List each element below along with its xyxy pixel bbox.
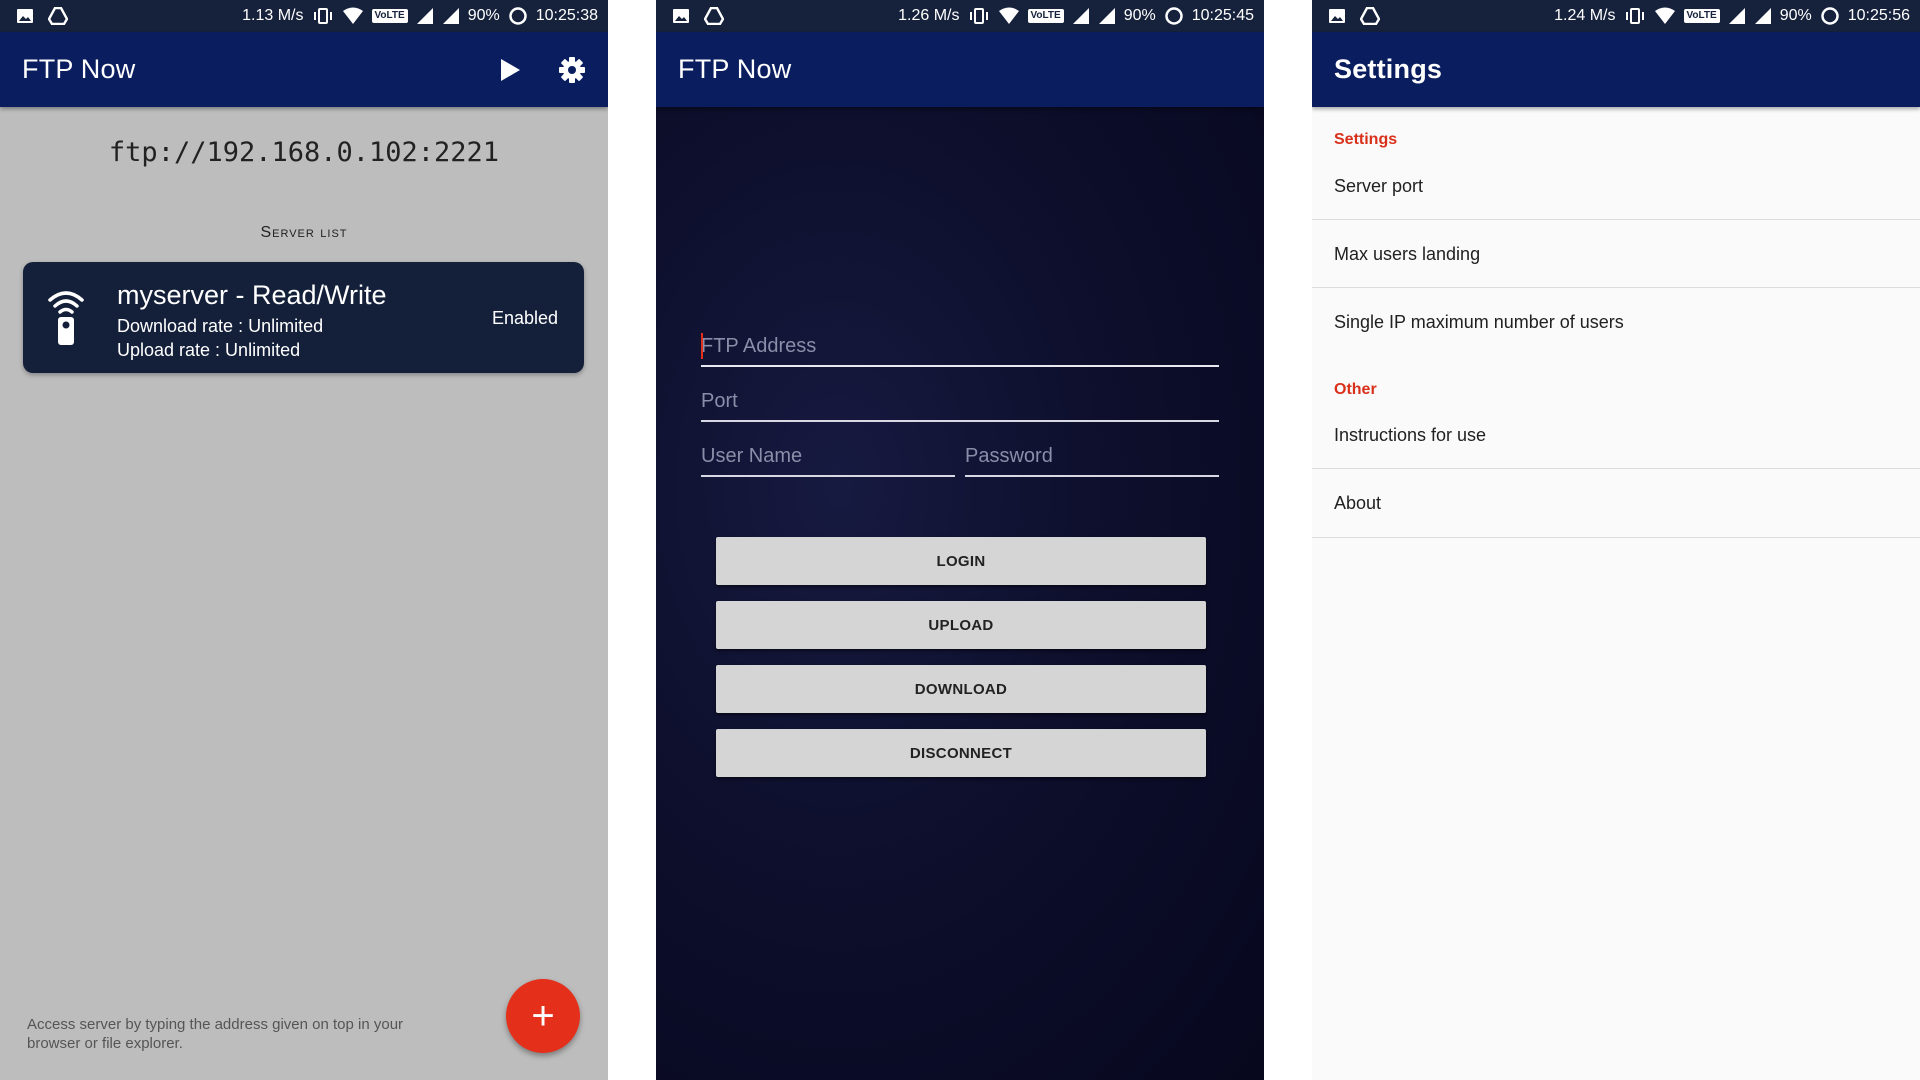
vibrate-icon: [312, 7, 334, 25]
divider: [1312, 537, 1920, 538]
battery-percent: 90%: [467, 7, 500, 24]
volte-badge: VoLTE: [371, 9, 408, 23]
remote-wifi-icon: [45, 286, 87, 351]
drive-notification-icon: [704, 7, 724, 25]
download-button[interactable]: DOWNLOAD: [716, 665, 1206, 713]
server-list-heading: Server list: [260, 224, 348, 241]
battery-icon: [508, 6, 528, 26]
settings-title: Settings: [1334, 54, 1443, 84]
settings-screen: 1.24 M/s VoLTE 90% 10:25:56 Settings Set…: [1312, 0, 1920, 1080]
clock: 10:25:56: [1847, 7, 1910, 24]
ftp-address-input[interactable]: FTP Address: [701, 327, 1219, 367]
volte-badge: VoLTE: [1027, 9, 1064, 23]
text-cursor: [701, 333, 703, 359]
single-ip-max-users-item[interactable]: Single IP maximum number of users: [1312, 288, 1920, 356]
battery-percent: 90%: [1779, 7, 1812, 24]
battery-icon: [1164, 6, 1184, 26]
status-bar: 1.13 M/s VoLTE 90% 10:25:38: [0, 0, 608, 32]
vibrate-icon: [1624, 7, 1646, 25]
app-bar: Settings: [1312, 32, 1920, 107]
signal-icon: [416, 7, 434, 25]
network-speed: 1.26 M/s: [898, 7, 960, 24]
port-input[interactable]: Port: [701, 382, 1219, 422]
password-input[interactable]: Password: [965, 437, 1219, 477]
signal-icon: [1072, 7, 1090, 25]
about-item[interactable]: About: [1312, 469, 1920, 537]
ftp-address-display: ftp://192.168.0.102:2221: [108, 137, 500, 168]
wifi-icon: [1654, 7, 1676, 25]
password-placeholder: Password: [965, 445, 1053, 467]
max-users-item[interactable]: Max users landing: [1312, 220, 1920, 288]
image-notification-icon: [672, 8, 690, 24]
wifi-icon: [342, 7, 364, 25]
gear-icon[interactable]: [558, 56, 586, 84]
upload-button[interactable]: UPLOAD: [716, 601, 1206, 649]
network-speed: 1.13 M/s: [242, 7, 304, 24]
server-card[interactable]: myserver - Read/Write Download rate : Un…: [23, 262, 584, 373]
signal-icon: [1754, 7, 1772, 25]
signal-icon: [1098, 7, 1116, 25]
battery-icon: [1820, 6, 1840, 26]
clock: 10:25:38: [535, 7, 598, 24]
other-category: Other: [1334, 381, 1377, 398]
image-notification-icon: [1328, 8, 1346, 24]
status-bar: 1.26 M/s VoLTE 90% 10:25:45: [656, 0, 1264, 32]
server-name: myserver - Read/Write: [117, 280, 387, 310]
instructions-item[interactable]: Instructions for use: [1312, 401, 1920, 469]
user-name-placeholder: User Name: [701, 445, 803, 467]
server-screen: 1.13 M/s VoLTE 90% 10:25:38 FTP Now ftp:…: [0, 0, 608, 1080]
login-button[interactable]: LOGIN: [716, 537, 1206, 585]
server-status: Enabled: [491, 308, 558, 328]
vibrate-icon: [968, 7, 990, 25]
ftp-address-placeholder: FTP Address: [701, 335, 817, 357]
upload-rate: Upload rate : Unlimited: [117, 340, 301, 360]
signal-icon: [1728, 7, 1746, 25]
user-name-input[interactable]: User Name: [701, 437, 955, 477]
app-title: FTP Now: [678, 54, 792, 84]
status-bar: 1.24 M/s VoLTE 90% 10:25:56: [1312, 0, 1920, 32]
app-bar: FTP Now: [656, 32, 1264, 107]
settings-category: Settings: [1334, 131, 1398, 148]
network-speed: 1.24 M/s: [1554, 7, 1616, 24]
play-icon[interactable]: [498, 57, 522, 83]
app-title: FTP Now: [22, 54, 136, 84]
volte-badge: VoLTE: [1683, 9, 1720, 23]
add-server-button[interactable]: +: [506, 979, 580, 1053]
clock: 10:25:45: [1191, 7, 1254, 24]
server-port-item[interactable]: Server port: [1312, 152, 1920, 220]
drive-notification-icon: [48, 7, 68, 25]
drive-notification-icon: [1360, 7, 1380, 25]
app-bar: FTP Now: [0, 32, 608, 107]
plus-icon: +: [531, 993, 555, 1038]
disconnect-button[interactable]: DISCONNECT: [716, 729, 1206, 777]
client-screen: 1.26 M/s VoLTE 90% 10:25:45 FTP Now FTP …: [656, 0, 1264, 1080]
battery-percent: 90%: [1123, 7, 1156, 24]
signal-icon: [442, 7, 460, 25]
download-rate: Download rate : Unlimited: [117, 316, 324, 336]
port-placeholder: Port: [701, 390, 738, 412]
footer-hint: Access server by typing the address give…: [27, 1016, 404, 1052]
wifi-icon: [998, 7, 1020, 25]
image-notification-icon: [16, 8, 34, 24]
